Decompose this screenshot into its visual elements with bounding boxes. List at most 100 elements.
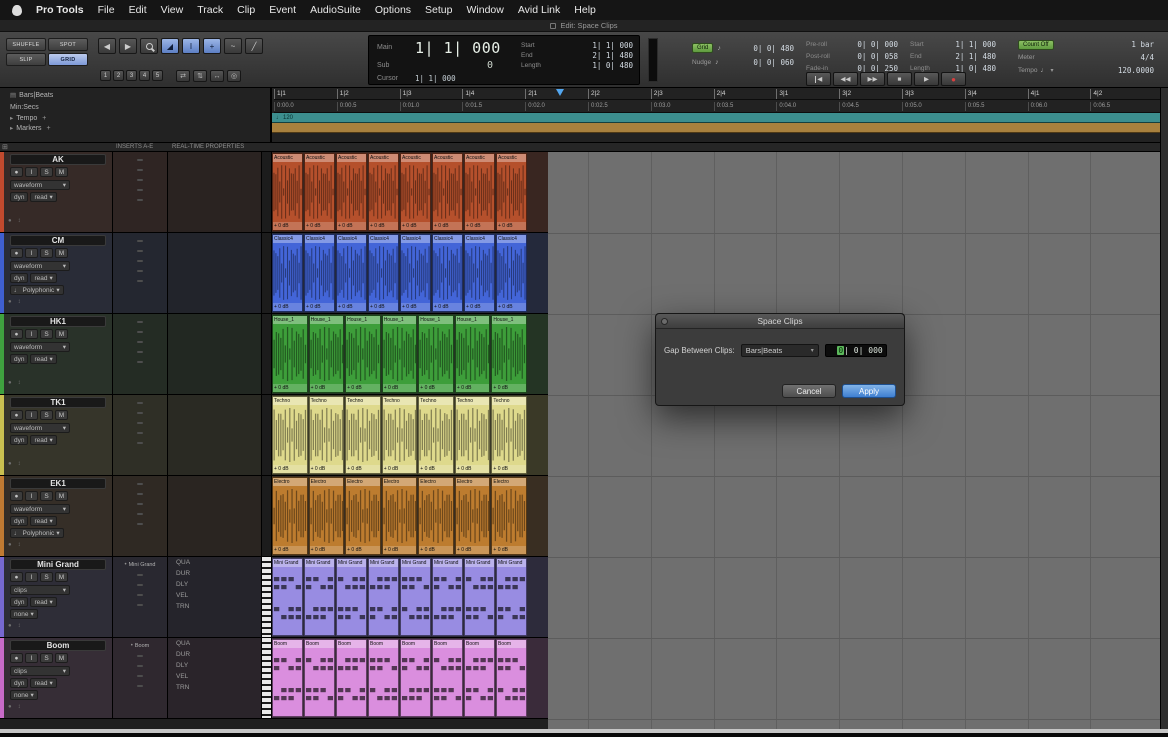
grid-value[interactable]: 0| 0| 480 [753,44,794,53]
insert-slot[interactable] [137,277,143,284]
track-view-selector[interactable]: waveform▾ [10,504,70,514]
midi-clip[interactable]: Mini Grand [272,558,303,636]
insert-slot[interactable] [137,439,143,446]
track-name[interactable]: CM [10,235,106,246]
audio-clip[interactable]: House_1+ 0 dB [345,315,381,393]
nudge-label[interactable]: Nudge [692,59,711,66]
automation-mode-selector[interactable]: read▾ [30,192,56,202]
audio-clip[interactable]: Classic4+ 0 dB [304,234,335,312]
elastic-audio-selector[interactable]: ♩Polyphonic▾ [10,528,64,538]
solo-button[interactable]: S [40,167,53,177]
audio-clip[interactable]: Acoustic+ 0 dB [304,153,335,231]
audio-clip[interactable]: Classic4+ 0 dB [432,234,463,312]
track-view-selector[interactable]: waveform▾ [10,342,70,352]
tempo-ruler[interactable]: ♩ 120 [272,113,1160,123]
midi-clip[interactable]: Boom [496,639,527,717]
selector-tool-button[interactable]: I [182,38,200,54]
meter-label[interactable]: Meter [1018,54,1035,61]
mute-button[interactable]: M [55,248,68,258]
tempo-value[interactable]: 120.0000 [1118,66,1154,75]
automation-mode-selector[interactable]: read▾ [30,354,56,364]
solo-button[interactable]: S [40,410,53,420]
meter-value[interactable]: 4/4 [1140,53,1154,62]
audio-clip[interactable]: Electro+ 0 dB [418,477,454,555]
menu-options[interactable]: Options [375,4,411,16]
rtp-dly[interactable]: DLY [168,579,261,590]
insert-slot[interactable] [137,267,143,274]
insert-slot[interactable] [137,409,143,416]
dyn-button[interactable]: dyn [10,597,28,607]
midi-clip[interactable]: Boom [368,639,399,717]
audio-clip[interactable]: Techno+ 0 dB [272,396,308,474]
mute-button[interactable]: M [55,410,68,420]
playhead-marker[interactable] [556,89,564,96]
ruler-label-bars-beats[interactable]: ▤Bars|Beats [10,90,53,100]
track-view-selector[interactable]: waveform▾ [10,423,70,433]
track-name[interactable]: Mini Grand [10,559,106,570]
track-view-selector[interactable]: clips▾ [10,585,70,595]
insert-slot[interactable] [137,682,143,689]
pre-roll-value[interactable]: 0| 0| 000 [857,40,898,49]
transport-start-value[interactable]: 1| 1| 000 [955,40,996,49]
audio-clip[interactable]: Electro+ 0 dB [272,477,308,555]
input-monitor-button[interactable]: I [25,329,38,339]
menu-view[interactable]: View [161,4,184,16]
insert-slot[interactable]: •Mini Grand [124,561,155,568]
record-arm-button[interactable]: ● [10,410,23,420]
audio-clip[interactable]: Acoustic+ 0 dB [272,153,303,231]
insert-slot[interactable] [137,672,143,679]
insert-slot[interactable] [137,571,143,578]
audio-clip[interactable]: House_1+ 0 dB [382,315,418,393]
solo-button[interactable]: S [40,491,53,501]
count-off-value[interactable]: 1 bar [1131,40,1154,49]
insert-slot[interactable] [137,399,143,406]
audio-clip[interactable]: Techno+ 0 dB [491,396,527,474]
add-markers-button[interactable]: + [47,125,51,132]
scrubber-tool-button[interactable]: ~ [224,38,242,54]
insert-slot[interactable] [137,429,143,436]
midi-clip[interactable]: Mini Grand [336,558,367,636]
audio-clip[interactable]: Electro+ 0 dB [455,477,491,555]
audio-clip[interactable]: Classic4+ 0 dB [496,234,527,312]
midi-clip[interactable]: Mini Grand [368,558,399,636]
audio-clip[interactable]: Classic4+ 0 dB [400,234,431,312]
insert-slot[interactable] [137,186,143,193]
record-arm-button[interactable]: ● [10,491,23,501]
track-name[interactable]: EK1 [10,478,106,489]
cancel-button[interactable]: Cancel [782,384,836,398]
insert-slot[interactable] [137,500,143,507]
ruler-label-markers[interactable]: ▸Markers+ [10,123,51,133]
audio-clip[interactable]: Techno+ 0 dB [382,396,418,474]
insert-slot[interactable] [137,591,143,598]
transport-end-value[interactable]: 2| 1| 480 [955,52,996,61]
gap-units-dropdown[interactable]: Bars|Beats ▾ [741,344,819,357]
menu-event[interactable]: Event [269,4,296,16]
audio-clip[interactable]: Techno+ 0 dB [455,396,491,474]
insert-slot[interactable] [137,237,143,244]
chevron-down-icon[interactable]: ▾ [1051,67,1054,74]
record-arm-button[interactable]: ● [10,167,23,177]
menu-audiosuite[interactable]: AudioSuite [310,4,361,16]
patch-selector[interactable]: none▾ [10,690,38,700]
bars-beats-ruler[interactable]: 1|11|21|31|42|12|22|32|43|13|23|33|44|14… [274,88,1160,100]
audio-clip[interactable]: Acoustic+ 0 dB [336,153,367,231]
insert-slot[interactable] [137,176,143,183]
track-lane[interactable]: BoomBoomBoomBoomBoomBoomBoomBoom [272,638,548,719]
insert-slot[interactable] [137,348,143,355]
midi-clip[interactable]: Boom [464,639,495,717]
sub-counter-value[interactable]: 0 [487,60,493,71]
ruler-label-min-secs[interactable]: Min:Secs [10,102,39,112]
dyn-button[interactable]: dyn [10,354,28,364]
track-lane[interactable]: Mini GrandMini GrandMini GrandMini Grand… [272,557,548,638]
nudge-value[interactable]: 0| 0| 060 [753,58,794,67]
audio-clip[interactable]: Techno+ 0 dB [309,396,345,474]
mute-button[interactable]: M [55,329,68,339]
insert-slot[interactable] [137,520,143,527]
apple-menu-icon[interactable] [12,5,22,16]
insert-slot[interactable] [137,247,143,254]
menu-app-name[interactable]: Pro Tools [36,4,84,16]
insert-slot[interactable] [137,601,143,608]
insert-slot[interactable]: •Boom [131,642,149,649]
dyn-button[interactable]: dyn [10,192,28,202]
audio-clip[interactable]: Classic4+ 0 dB [272,234,303,312]
